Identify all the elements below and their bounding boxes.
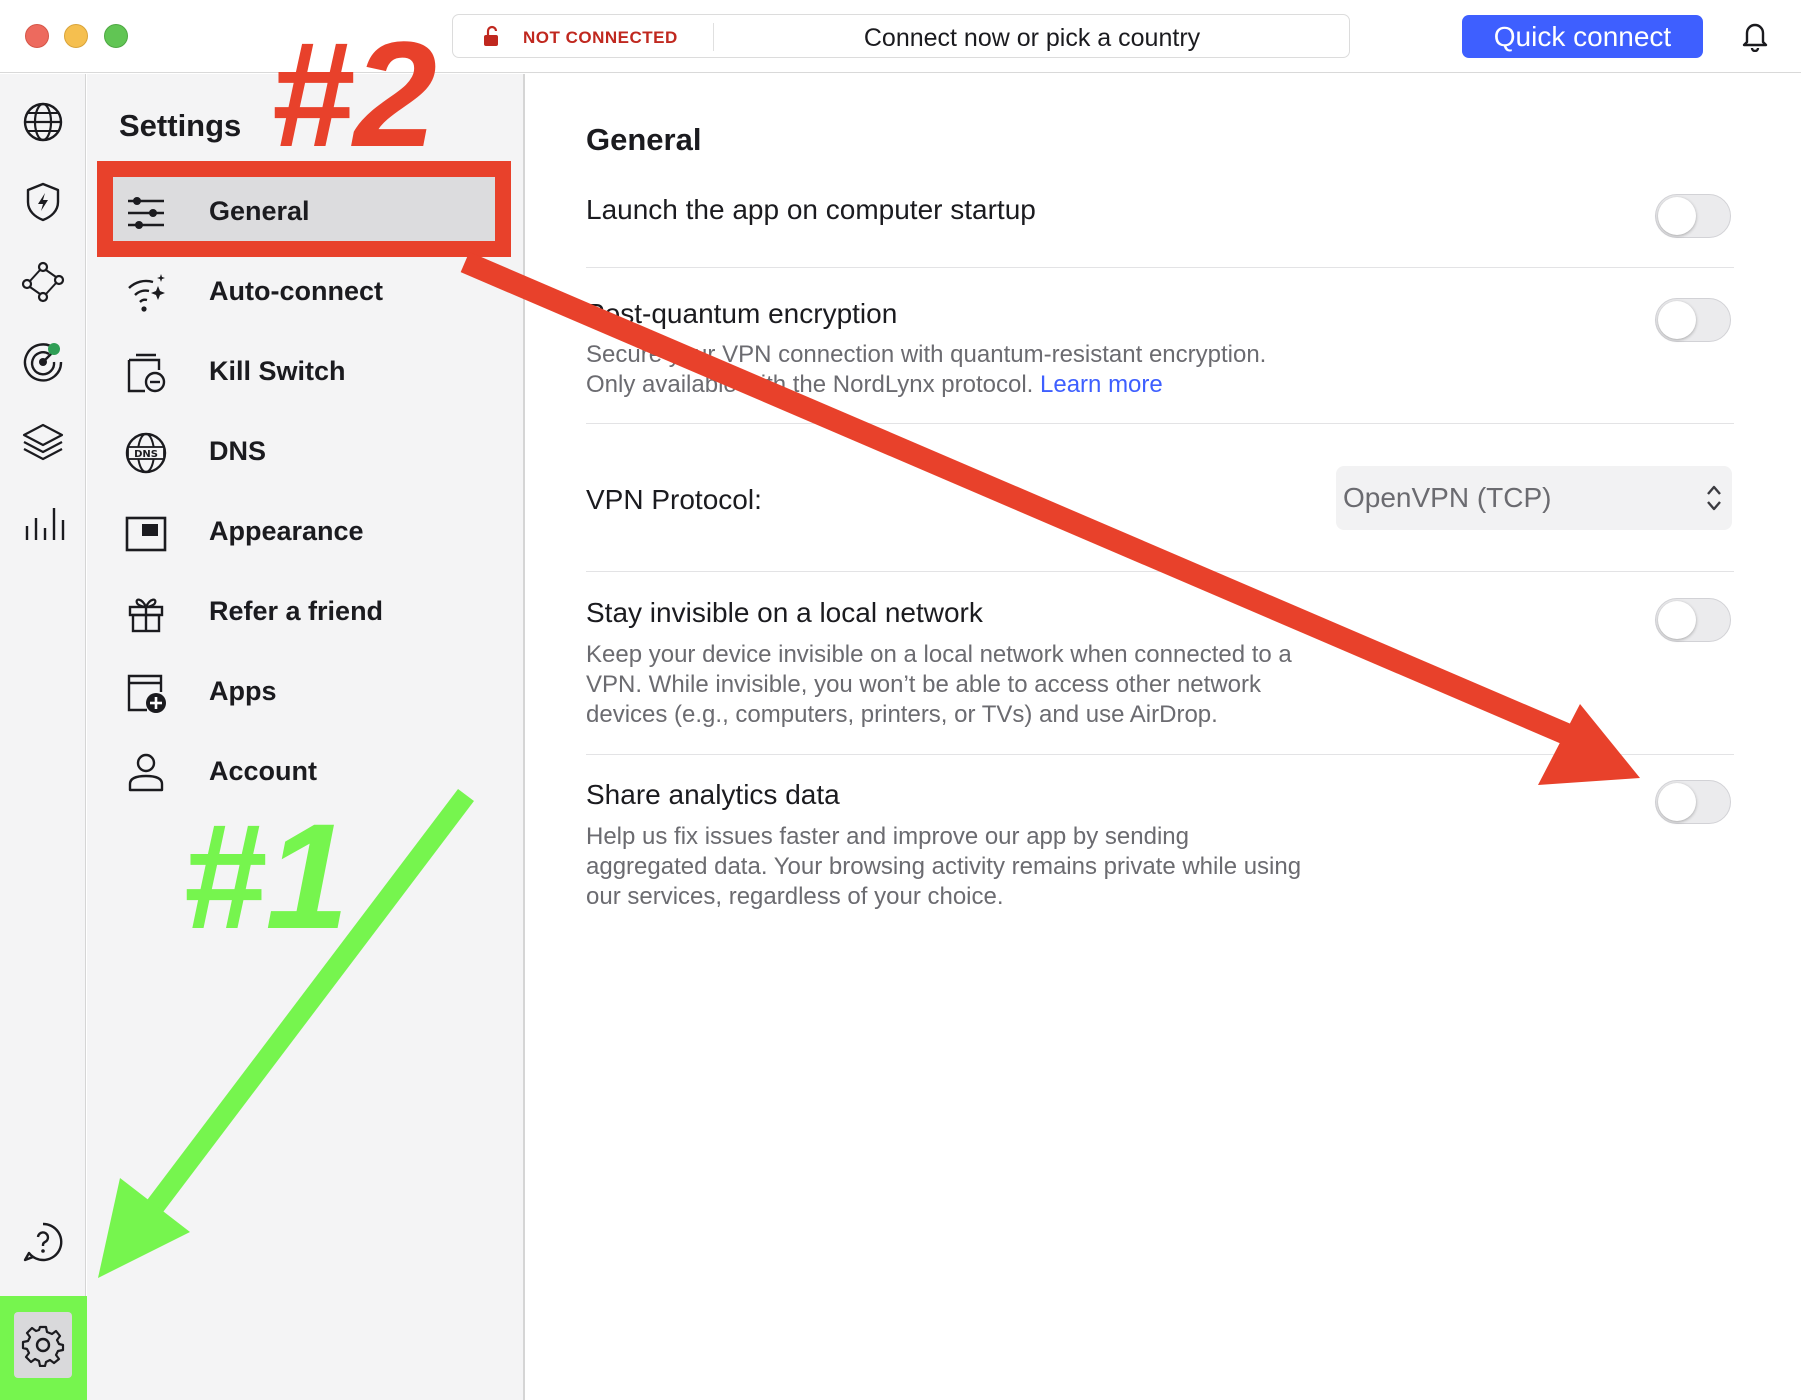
settings-item-account[interactable]: Account	[109, 736, 509, 808]
settings-item-dns[interactable]: DNS DNS	[109, 416, 509, 488]
connect-prompt[interactable]: Connect now or pick a country	[715, 24, 1349, 53]
settings-item-label: Appearance	[209, 516, 364, 546]
description-line: Help us fix issues faster and improve ou…	[586, 823, 1189, 850]
post-quantum-toggle[interactable]	[1655, 298, 1731, 342]
divider	[586, 423, 1734, 424]
apps-icon	[127, 674, 166, 713]
help-icon[interactable]	[21, 1220, 65, 1264]
settings-item-auto-connect[interactable]: Auto-connect	[109, 256, 509, 328]
description-line: devices (e.g., computers, printers, or T…	[586, 701, 1218, 728]
settings-item-label: Refer a friend	[209, 596, 384, 626]
gift-icon	[128, 598, 164, 633]
description-line: Secure your VPN connection with quantum-…	[586, 341, 1267, 368]
title-bar: NOT CONNECTED Connect now or pick a coun…	[0, 0, 1801, 73]
dns-icon: DNS	[125, 432, 167, 474]
description-line: Keep your device invisible on a local ne…	[586, 641, 1292, 668]
stay-invisible-toggle[interactable]	[1655, 598, 1731, 642]
description-line: our services, regardless of your choice.	[586, 883, 1004, 910]
section-title: General	[586, 122, 702, 157]
learn-more-link[interactable]: Learn more	[1040, 371, 1163, 398]
toggle-knob	[1658, 197, 1696, 235]
connection-status-bar[interactable]: NOT CONNECTED Connect now or pick a coun…	[452, 14, 1350, 58]
window-minimize-button[interactable]	[64, 24, 88, 48]
unlocked-icon	[484, 25, 498, 46]
appearance-icon	[125, 516, 167, 552]
account-icon	[128, 753, 164, 792]
kill-switch-icon	[127, 353, 166, 393]
shield-bolt-icon[interactable]	[21, 180, 65, 224]
meshnet-icon[interactable]	[21, 260, 65, 304]
toggle-knob	[1658, 301, 1696, 339]
toggle-knob	[1658, 783, 1696, 821]
connection-status: NOT CONNECTED	[523, 28, 678, 47]
post-quantum-description: Secure your VPN connection with quantum-…	[586, 340, 1376, 400]
layers-icon[interactable]	[21, 420, 65, 464]
settings-item-label: General	[209, 196, 310, 226]
settings-item-refer-a-friend[interactable]: Refer a friend	[109, 576, 509, 648]
share-analytics-toggle[interactable]	[1655, 780, 1731, 824]
description-line: Only available with the NordLynx protoco…	[586, 370, 1376, 400]
window-close-button[interactable]	[25, 24, 49, 48]
svg-text:DNS: DNS	[134, 449, 158, 460]
toggle-knob	[1658, 601, 1696, 639]
settings-item-general[interactable]: General	[109, 176, 509, 248]
globe-icon[interactable]	[21, 100, 65, 144]
post-quantum-label: Post-quantum encryption	[586, 298, 898, 329]
stay-invisible-label: Stay invisible on a local network	[586, 597, 983, 628]
sliders-icon	[128, 197, 164, 229]
settings-item-label: Account	[209, 756, 317, 786]
stay-invisible-description: Keep your device invisible on a local ne…	[586, 640, 1376, 730]
divider	[586, 267, 1734, 268]
description-text: Only available with the NordLynx protoco…	[586, 371, 1034, 398]
status-divider	[713, 23, 714, 51]
settings-rail-highlight	[0, 1296, 90, 1400]
divider	[586, 754, 1734, 755]
settings-rail-button[interactable]	[14, 1312, 72, 1378]
target-icon[interactable]	[21, 340, 65, 384]
vpn-protocol-label: VPN Protocol:	[586, 484, 762, 515]
settings-panel: Settings General Auto-connect Kill Switc…	[87, 74, 525, 1400]
chevron-up-down-icon	[1707, 485, 1721, 511]
icon-rail	[0, 74, 86, 1400]
settings-item-kill-switch[interactable]: Kill Switch	[109, 336, 509, 408]
settings-title: Settings	[119, 108, 242, 143]
launch-startup-toggle[interactable]	[1655, 194, 1731, 238]
settings-item-label: Apps	[209, 676, 277, 706]
settings-item-label: DNS	[209, 436, 267, 466]
share-analytics-description: Help us fix issues faster and improve ou…	[586, 822, 1376, 912]
general-settings-content: General Launch the app on computer start…	[527, 74, 1801, 1400]
share-analytics-label: Share analytics data	[586, 779, 840, 810]
vpn-protocol-select[interactable]: OpenVPN (TCP)	[1336, 466, 1732, 530]
gear-icon[interactable]	[21, 1323, 65, 1367]
stats-icon[interactable]	[21, 500, 65, 544]
vpn-protocol-value: OpenVPN (TCP)	[1343, 482, 1552, 513]
launch-startup-label: Launch the app on computer startup	[586, 194, 1036, 225]
bell-icon[interactable]	[1740, 20, 1770, 52]
settings-item-label: Kill Switch	[209, 356, 346, 386]
wifi-sparkle-icon	[128, 274, 165, 312]
settings-item-appearance[interactable]: Appearance	[109, 496, 509, 568]
quick-connect-button[interactable]: Quick connect	[1462, 15, 1703, 58]
description-line: aggregated data. Your browsing activity …	[586, 853, 1302, 880]
window-maximize-button[interactable]	[104, 24, 128, 48]
settings-item-label: Auto-connect	[209, 276, 383, 306]
description-line: VPN. While invisible, you won’t be able …	[586, 671, 1261, 698]
divider	[586, 571, 1734, 572]
settings-item-apps[interactable]: Apps	[109, 656, 509, 728]
